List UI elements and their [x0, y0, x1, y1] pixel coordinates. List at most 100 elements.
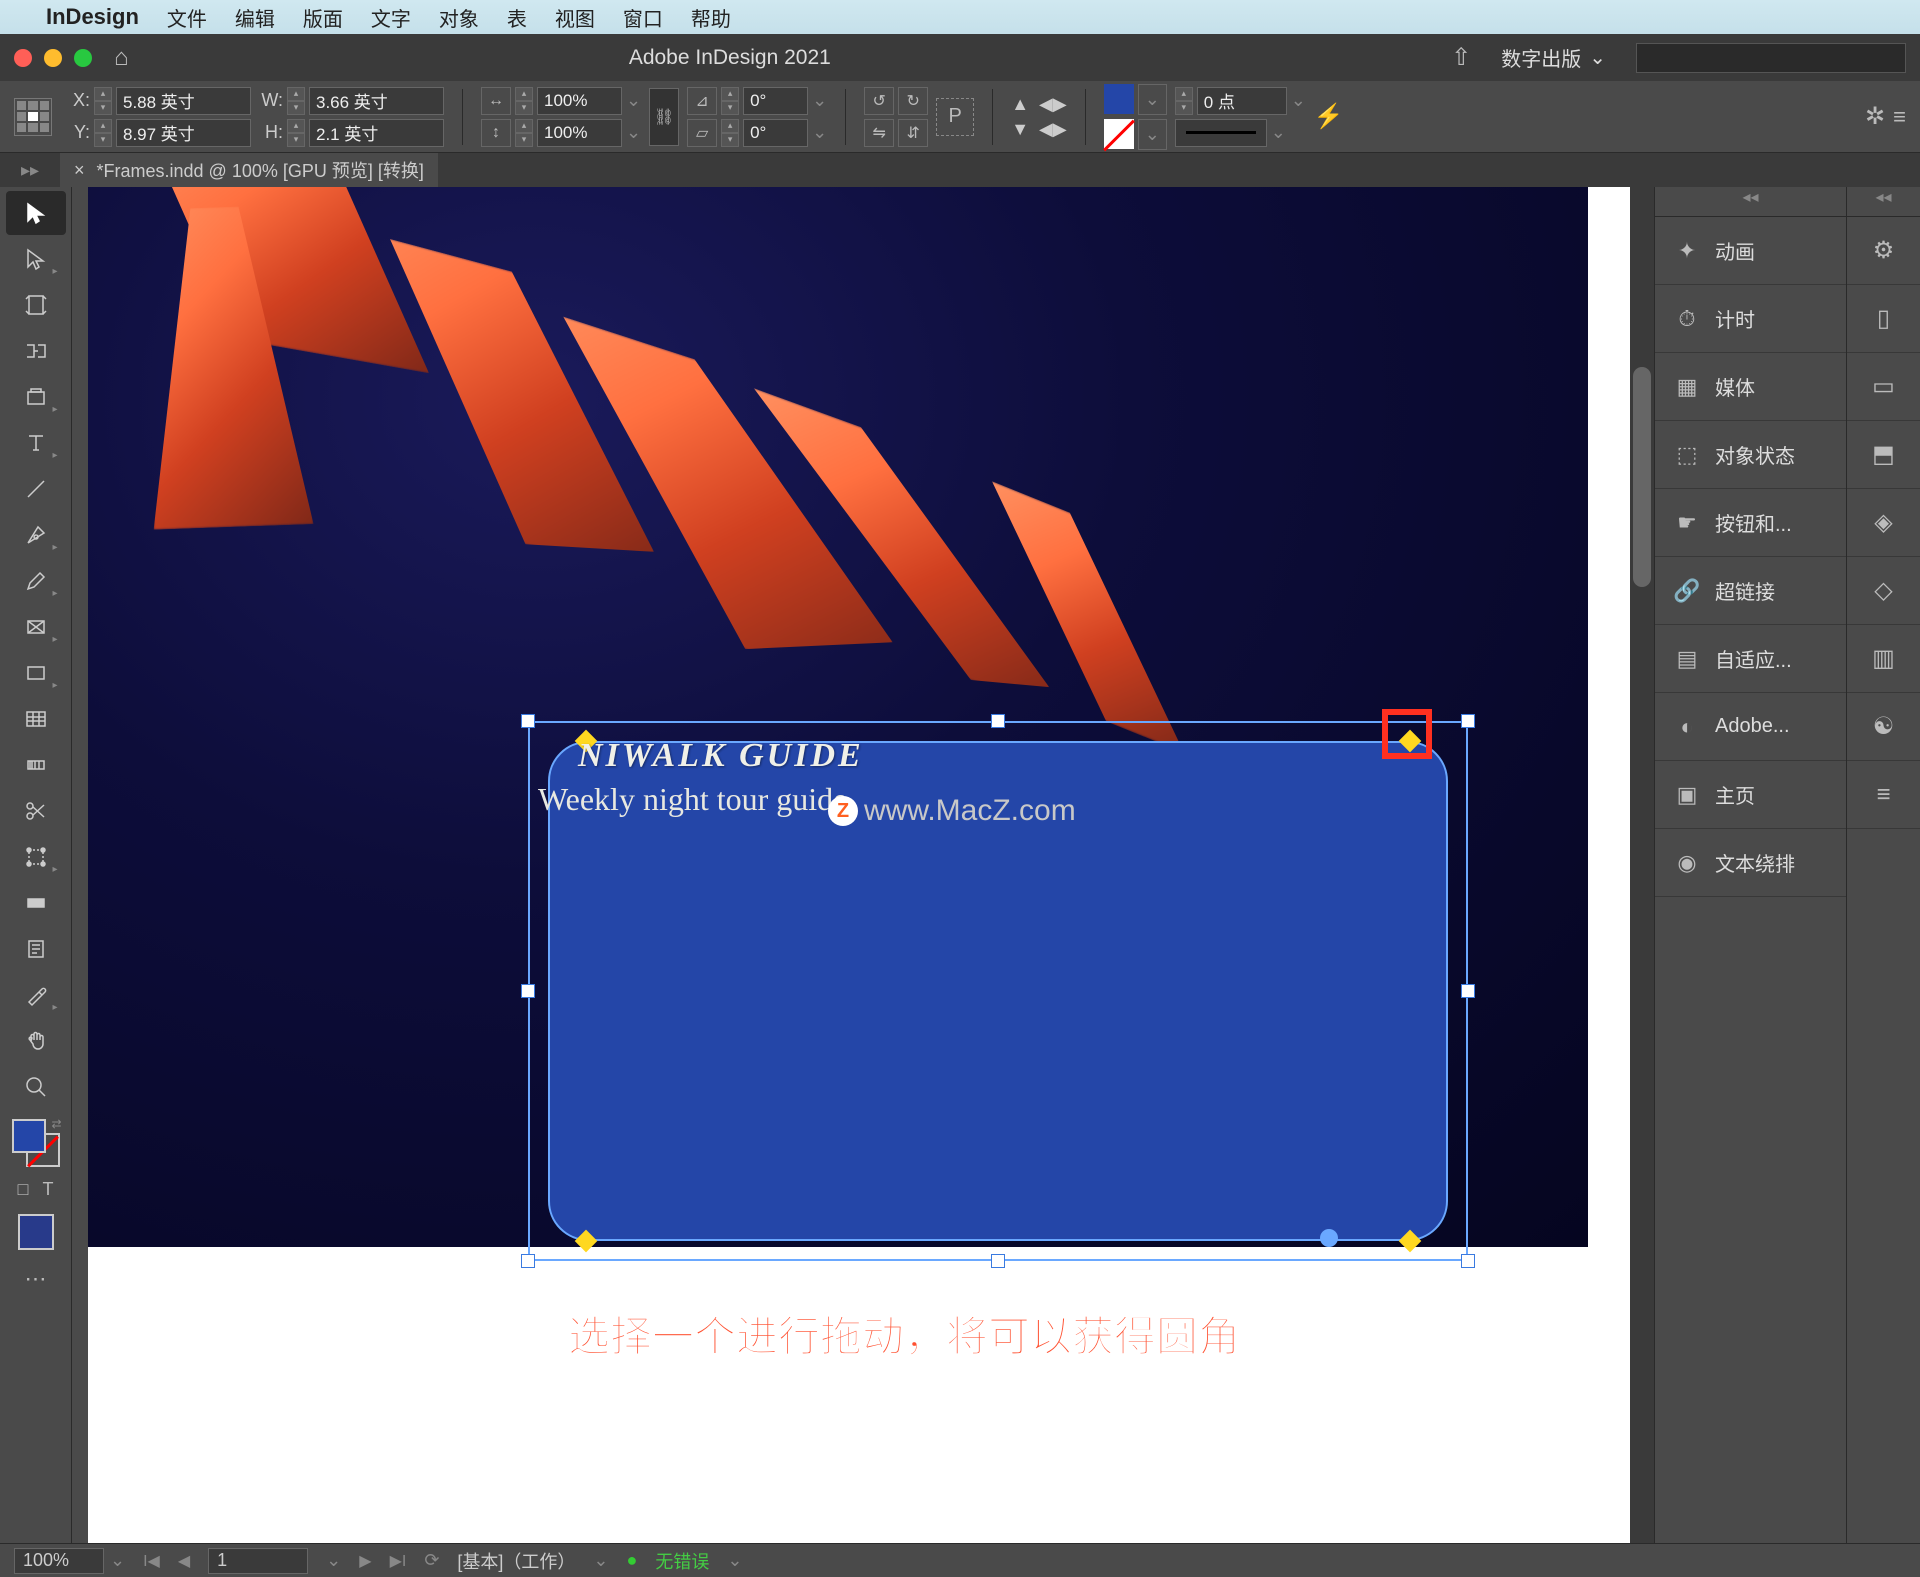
- panel-icon-4[interactable]: ◈: [1847, 489, 1920, 557]
- shear-input[interactable]: 0°: [743, 119, 808, 147]
- select-previous-icon[interactable]: ◀▶: [1039, 94, 1067, 115]
- resize-handle[interactable]: [1461, 1254, 1475, 1268]
- scale-y-input[interactable]: 100%: [537, 119, 622, 147]
- table-tool[interactable]: [6, 697, 66, 741]
- open-bridge-icon[interactable]: ⟳: [424, 1550, 439, 1571]
- swap-fill-stroke-icon[interactable]: ⇄: [51, 1117, 61, 1131]
- selection-tool[interactable]: [6, 191, 66, 235]
- page-number-input[interactable]: 1: [208, 1548, 308, 1574]
- tabbar-expand-icon[interactable]: ▸▸: [10, 160, 50, 181]
- menu-help[interactable]: 帮助: [691, 3, 731, 32]
- panel-icon-1[interactable]: ▯: [1847, 285, 1920, 353]
- note-tool[interactable]: [6, 927, 66, 971]
- formatting-container-icon[interactable]: □: [18, 1179, 29, 1200]
- rotate-cw-icon[interactable]: ↻: [898, 87, 928, 115]
- page-tool[interactable]: [6, 283, 66, 327]
- chevron-down-icon[interactable]: ⌄: [1138, 84, 1167, 115]
- canvas[interactable]: NIWALK GUIDE Weekly night tour guide Zww…: [72, 187, 1654, 1543]
- workspace-switcher[interactable]: 数字出版⌄: [1501, 43, 1606, 72]
- panel-animation[interactable]: ✦动画: [1655, 217, 1846, 285]
- menu-file[interactable]: 文件: [167, 3, 207, 32]
- preflight-profile[interactable]: [基本]（工作）: [457, 1548, 575, 1574]
- flip-v-icon[interactable]: ⇵: [898, 119, 928, 147]
- close-tab-icon[interactable]: ×: [74, 160, 85, 181]
- chevron-down-icon[interactable]: ⌄: [593, 1550, 608, 1571]
- height-input[interactable]: 2.1 英寸: [309, 119, 444, 147]
- type-tool[interactable]: ▸: [6, 421, 66, 465]
- y-step-down[interactable]: ▾: [94, 133, 112, 147]
- resize-handle[interactable]: [521, 1254, 535, 1268]
- zoom-tool[interactable]: [6, 1065, 66, 1109]
- gap-tool[interactable]: [6, 329, 66, 373]
- panel-icon-3[interactable]: ⬒: [1847, 421, 1920, 489]
- x-step-up[interactable]: ▴: [94, 87, 112, 101]
- stroke-swatch[interactable]: [1104, 119, 1134, 149]
- edit-toolbar-icon[interactable]: ⋯: [25, 1266, 47, 1292]
- chevron-down-icon[interactable]: ⌄: [727, 1550, 742, 1571]
- content-grabber-icon[interactable]: [1320, 1229, 1338, 1247]
- rectangle-frame-tool[interactable]: ▸: [6, 605, 66, 649]
- resize-handle[interactable]: [1461, 984, 1475, 998]
- panel-icon-6[interactable]: ▥: [1847, 625, 1920, 693]
- resize-handle[interactable]: [991, 714, 1005, 728]
- chevron-down-icon[interactable]: ⌄: [812, 122, 827, 143]
- panel-icon-0[interactable]: ⚙: [1847, 217, 1920, 285]
- menu-layout[interactable]: 版面: [303, 3, 343, 32]
- line-tool[interactable]: [6, 467, 66, 511]
- preflight-status[interactable]: 无错误: [655, 1548, 709, 1574]
- rotate-ccw-icon[interactable]: ↺: [864, 87, 894, 115]
- lightning-icon[interactable]: ⚡: [1314, 102, 1344, 131]
- select-content-icon[interactable]: ▼: [1011, 119, 1029, 140]
- search-input[interactable]: [1636, 43, 1906, 73]
- x-step-down[interactable]: ▾: [94, 101, 112, 115]
- y-position-input[interactable]: 8.97 英寸: [116, 119, 251, 147]
- screen-mode-button[interactable]: [18, 1214, 54, 1250]
- width-input[interactable]: 3.66 英寸: [309, 87, 444, 115]
- chevron-down-icon[interactable]: ⌄: [812, 90, 827, 111]
- gradient-feather-tool[interactable]: [6, 881, 66, 925]
- panel-hyperlinks[interactable]: 🔗超链接: [1655, 557, 1846, 625]
- panel-buttons[interactable]: ☛按钮和...: [1655, 489, 1846, 557]
- chevron-down-icon[interactable]: ⌄: [626, 90, 641, 111]
- panel-liquid-layout[interactable]: ▤自适应...: [1655, 625, 1846, 693]
- scale-x-input[interactable]: 100%: [537, 87, 622, 115]
- collapse-icons-icon[interactable]: ◂◂: [1847, 187, 1920, 217]
- chevron-down-icon[interactable]: ⌄: [326, 1550, 341, 1571]
- chevron-down-icon[interactable]: ⌄: [1291, 90, 1306, 111]
- vertical-scrollbar[interactable]: [1630, 187, 1654, 1543]
- formatting-text-icon[interactable]: T: [42, 1179, 53, 1200]
- p-icon[interactable]: P: [936, 98, 974, 136]
- fill-color[interactable]: [12, 1119, 46, 1153]
- document-tab[interactable]: × *Frames.indd @ 100% [GPU 预览] [转换]: [60, 153, 438, 187]
- first-page-icon[interactable]: I◀: [143, 1551, 160, 1571]
- panel-icon-8[interactable]: ≡: [1847, 761, 1920, 829]
- menu-table[interactable]: 表: [507, 3, 527, 32]
- control-menu-icon[interactable]: ≡: [1893, 104, 1906, 130]
- constrain-proportions-icon[interactable]: ⛓: [649, 88, 679, 146]
- panel-pages[interactable]: ▣主页: [1655, 761, 1846, 829]
- gradient-tool[interactable]: [6, 743, 66, 787]
- resize-handle[interactable]: [521, 714, 535, 728]
- menu-view[interactable]: 视图: [555, 3, 595, 32]
- panel-icon-2[interactable]: ▭: [1847, 353, 1920, 421]
- flip-h-icon[interactable]: ⇋: [864, 119, 894, 147]
- prev-page-icon[interactable]: ◀: [178, 1551, 190, 1571]
- free-transform-tool[interactable]: ▸: [6, 835, 66, 879]
- chevron-down-icon[interactable]: ⌄: [626, 122, 641, 143]
- chevron-down-icon[interactable]: ⌄: [1271, 122, 1286, 143]
- panel-object-states[interactable]: ⬚对象状态: [1655, 421, 1846, 489]
- app-menu[interactable]: InDesign: [46, 4, 139, 30]
- panel-adobe[interactable]: ◐Adobe...: [1655, 693, 1846, 761]
- last-page-icon[interactable]: ▶I: [390, 1551, 407, 1571]
- menu-object[interactable]: 对象: [439, 3, 479, 32]
- content-collector-tool[interactable]: ▸: [6, 375, 66, 419]
- panel-icon-7[interactable]: ☯: [1847, 693, 1920, 761]
- chevron-down-icon[interactable]: ⌄: [1138, 119, 1167, 150]
- fill-swatch[interactable]: [1104, 84, 1134, 114]
- direct-selection-tool[interactable]: ▸: [6, 237, 66, 281]
- stroke-style-dropdown[interactable]: [1175, 119, 1267, 147]
- resize-handle[interactable]: [1461, 714, 1475, 728]
- fill-stroke-proxy[interactable]: ⇄: [12, 1119, 60, 1167]
- rotation-input[interactable]: 0°: [743, 87, 808, 115]
- panel-text-wrap[interactable]: ◉文本绕排: [1655, 829, 1846, 897]
